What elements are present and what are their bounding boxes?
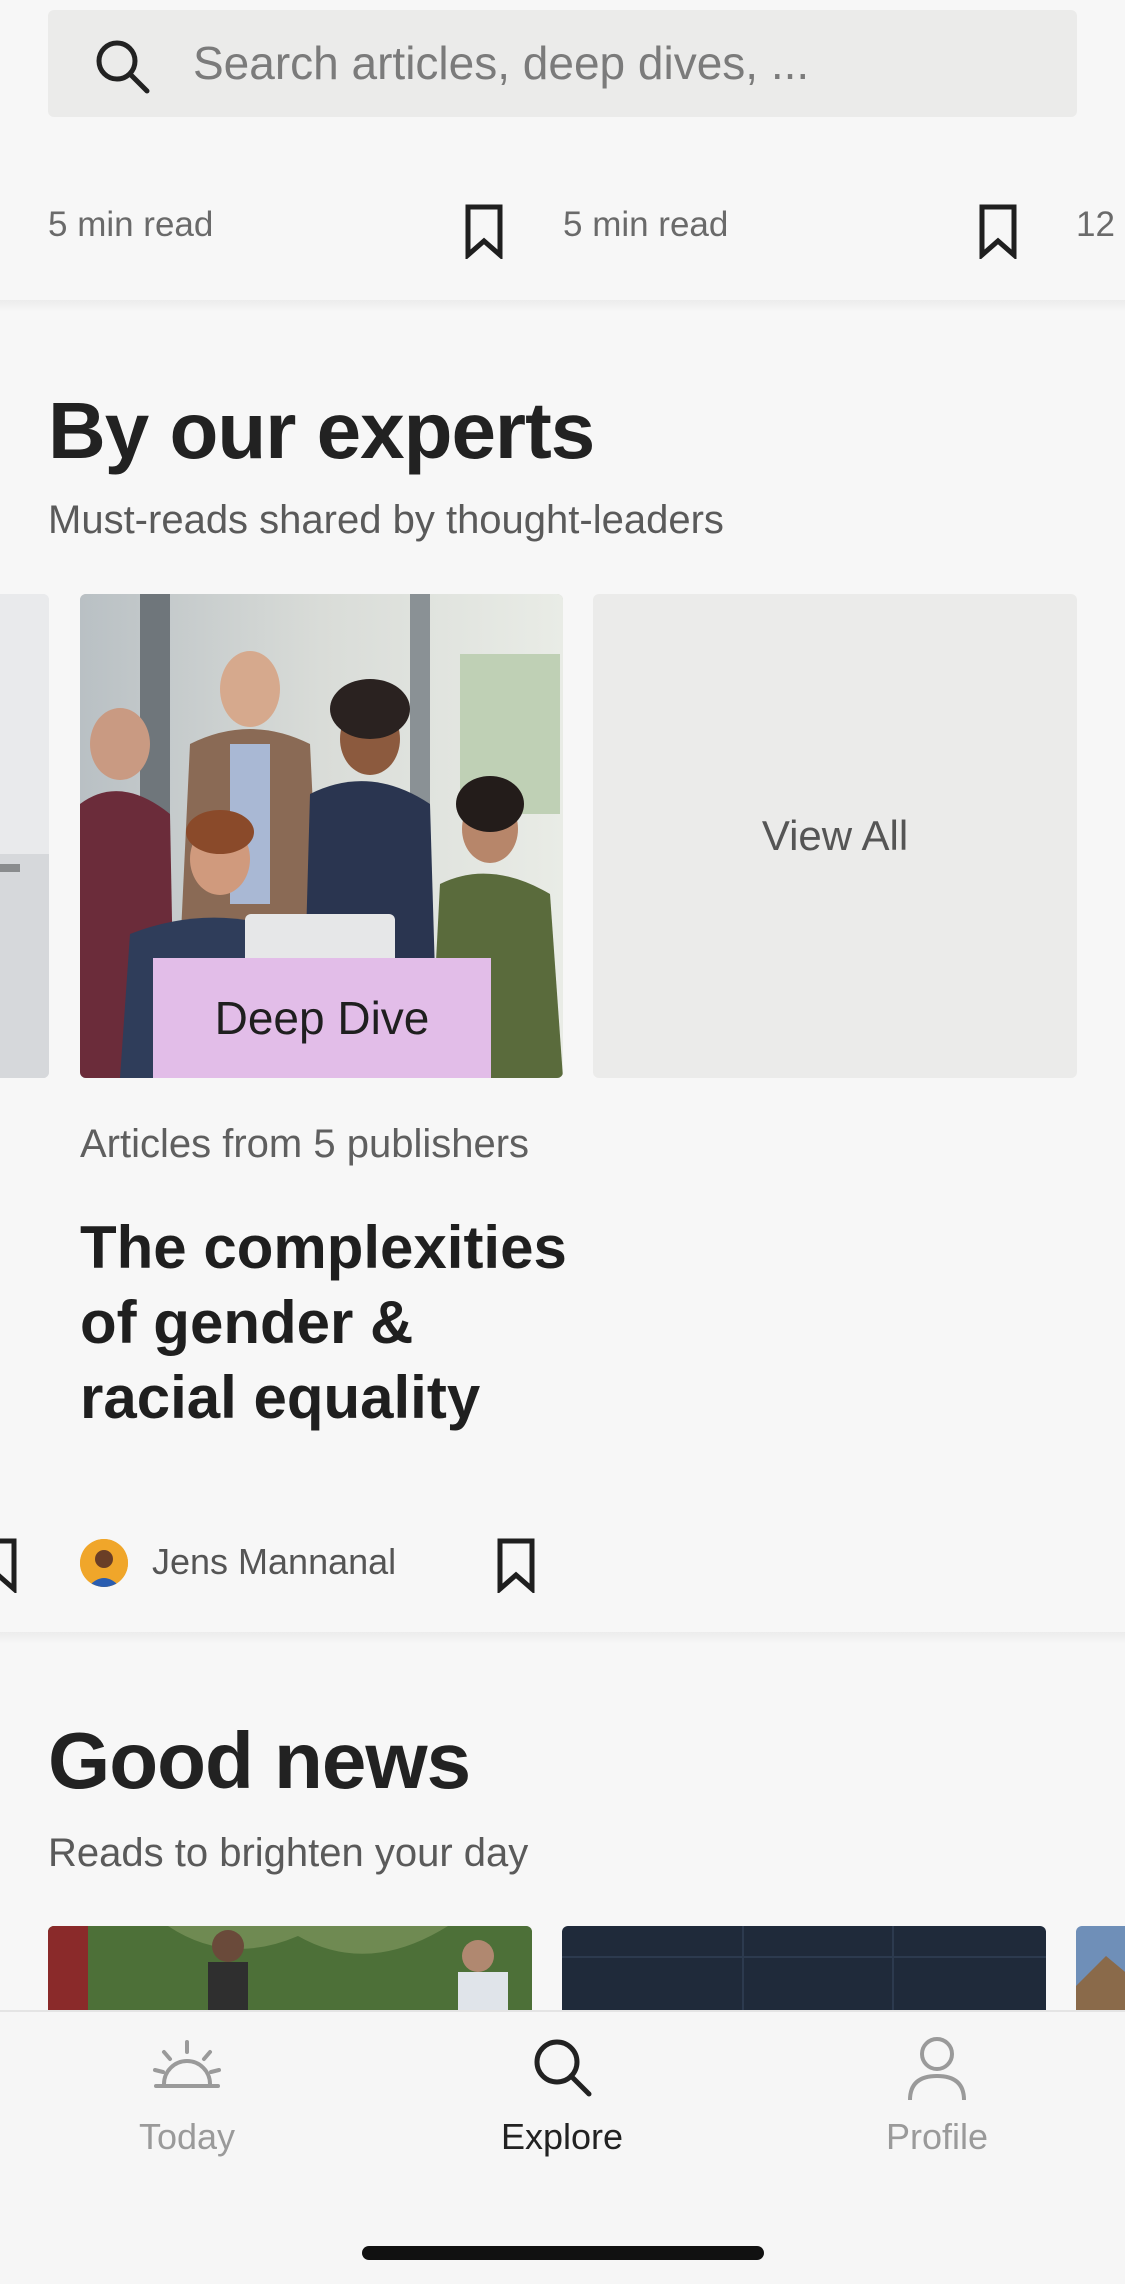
section-divider: [0, 1632, 1125, 1644]
explore-screen: Search articles, deep dives, ... 5 min r…: [0, 0, 1125, 2284]
author-name: Jens Mannanal: [152, 1541, 397, 1582]
bookmark-icon[interactable]: [496, 1537, 536, 1593]
article-thumbnail[interactable]: [48, 1926, 532, 2016]
article-thumbnail: [0, 594, 49, 1078]
bookmark-icon[interactable]: [464, 203, 504, 259]
deep-dive-tag: Deep Dive: [153, 958, 491, 1078]
section-subtitle: Must-reads shared by thought-leaders: [48, 498, 724, 542]
view-all-label: View All: [761, 812, 909, 859]
search-icon: [96, 40, 150, 94]
read-time: 5 min read: [48, 205, 214, 244]
read-time: 5 min read: [563, 205, 729, 244]
article-thumbnail[interactable]: [562, 1926, 1046, 2016]
sunrise-icon: [153, 2040, 221, 2088]
tab-today[interactable]: Today: [87, 2032, 287, 2158]
home-indicator[interactable]: [362, 2246, 764, 2260]
tab-explore[interactable]: Explore: [462, 2032, 662, 2158]
article-thumbnail[interactable]: [1076, 1926, 1125, 2016]
tab-label: Today: [138, 2116, 236, 2157]
tab-bar: Today Explore Profile: [0, 2010, 1125, 2284]
search-input[interactable]: Search articles, deep dives, ...: [48, 10, 1077, 117]
read-time: 12 r: [1076, 205, 1125, 244]
tab-profile[interactable]: Profile: [837, 2032, 1037, 2158]
article-meta: Articles from 5 publishers: [80, 1122, 530, 1166]
section-title: Good news: [48, 1716, 471, 1805]
bookmark-icon[interactable]: [0, 1537, 18, 1593]
article-card-previous[interactable]: [0, 594, 49, 1078]
tab-label: Profile: [885, 2116, 989, 2157]
tab-label: Explore: [500, 2116, 624, 2157]
bookmark-icon[interactable]: [978, 203, 1018, 259]
section-divider: [0, 300, 1125, 312]
search-placeholder: Search articles, deep dives, ...: [193, 37, 810, 89]
section-title: By our experts: [48, 386, 595, 475]
person-icon: [908, 2037, 966, 2101]
view-all-button[interactable]: View All: [593, 594, 1077, 1078]
search-icon: [534, 2039, 592, 2097]
article-title[interactable]: The complexities of gender & racial equa…: [80, 1210, 580, 1435]
section-subtitle: Reads to brighten your day: [48, 1831, 529, 1875]
avatar: [80, 1539, 128, 1587]
